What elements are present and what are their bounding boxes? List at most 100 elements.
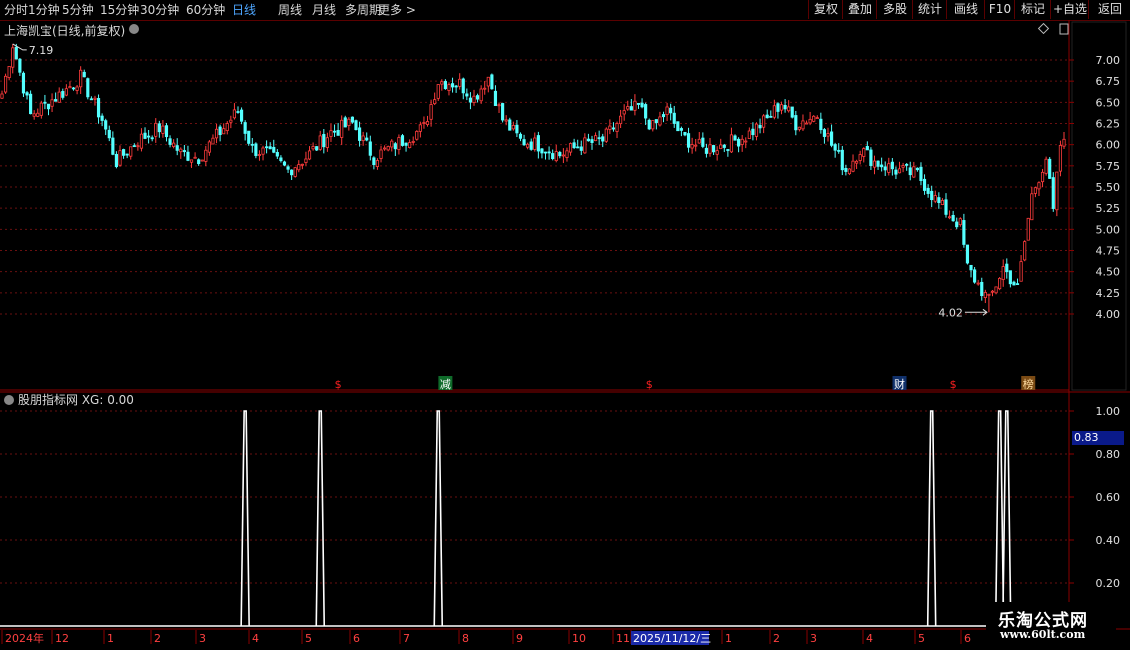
candle-body	[933, 195, 937, 202]
candle-body	[697, 138, 701, 144]
period-tab-1[interactable]: 1分钟	[28, 2, 60, 18]
candle-body	[1023, 241, 1027, 261]
price-tick-label: 5.50	[1096, 181, 1121, 194]
candle-body	[261, 147, 265, 155]
candle-body	[222, 128, 226, 135]
period-tab-8[interactable]: 月线	[312, 2, 336, 18]
candle-body	[79, 69, 83, 88]
candle-body	[740, 138, 744, 145]
candle-body	[762, 115, 766, 128]
x-axis-label: 2	[154, 632, 161, 645]
indicator-signal-spike	[315, 410, 326, 627]
candle-body	[844, 167, 848, 172]
x-axis-label: 7	[403, 632, 410, 645]
candle-body	[593, 135, 598, 142]
candle-body	[858, 154, 862, 161]
candle-body	[955, 221, 959, 228]
toolbar-button-6[interactable]: 标记	[1014, 0, 1051, 19]
period-tab-4[interactable]: 30分钟	[140, 2, 179, 18]
candle-body	[447, 84, 451, 91]
stock-chart: 上海凯宝(日线,前复权) 7.00 6.75 6.50 6.25 6.00 5.75 5.50…	[0, 20, 1130, 645]
chevron-down-icon[interactable]	[4, 395, 14, 405]
candle-body	[579, 146, 583, 151]
candle-body	[633, 100, 637, 111]
toolbar-button-4[interactable]: 画线	[946, 0, 985, 19]
period-tab-3[interactable]: 15分钟	[100, 2, 139, 18]
candle-body	[790, 106, 794, 118]
candle-body	[461, 78, 465, 94]
period-tab-2[interactable]: 5分钟	[62, 2, 94, 18]
candle-body	[186, 151, 190, 161]
candle-body	[454, 85, 458, 88]
period-tab-7[interactable]: 周线	[278, 2, 302, 18]
chevron-down-icon[interactable]	[129, 24, 139, 34]
candle-body	[1058, 145, 1063, 172]
candle-body	[658, 116, 662, 126]
period-tab-5[interactable]: 60分钟	[186, 2, 225, 18]
candle-body	[304, 158, 308, 163]
candle-body	[450, 83, 455, 88]
period-tab-6[interactable]: 日线	[232, 2, 256, 18]
candle-body	[143, 132, 147, 139]
toolbar-button-8[interactable]: 返回	[1088, 0, 1130, 19]
candle-body	[132, 145, 136, 148]
indicator-title: 股朋指标网 XG: 0.00	[18, 392, 134, 407]
candle-body	[751, 128, 755, 136]
candle-body	[193, 156, 197, 159]
candle-body	[804, 122, 809, 125]
price-tick-label: 6.25	[1096, 118, 1121, 131]
candle-body	[883, 166, 887, 171]
candle-body	[64, 88, 68, 96]
candle-body	[826, 133, 830, 137]
candle-body	[590, 139, 594, 143]
candle-body	[501, 103, 505, 121]
candle-body	[211, 137, 215, 145]
diamond-icon[interactable]	[1037, 22, 1050, 35]
candle-body	[89, 98, 93, 101]
candle-body	[976, 282, 980, 285]
candle-body	[368, 141, 372, 156]
toolbar-button-2[interactable]: 多股	[876, 0, 913, 19]
candle-body	[640, 102, 644, 108]
toolbar-button-1[interactable]: 叠加	[842, 0, 877, 19]
candle-body	[686, 133, 691, 148]
candle-body	[325, 137, 329, 148]
candle-body	[890, 161, 894, 170]
toolbar-button-7[interactable]: +自选	[1050, 0, 1089, 19]
candle-body	[197, 159, 201, 165]
candle-body	[96, 98, 101, 118]
candle-body	[236, 111, 240, 113]
candle-body	[425, 121, 430, 125]
toolbar-button-3[interactable]: 统计	[912, 0, 947, 19]
period-tab-10[interactable]: 更多 >	[378, 2, 416, 18]
candle-body	[769, 115, 773, 118]
candle-body	[980, 281, 984, 297]
candle-body	[189, 159, 194, 163]
event-marker-dollar: $	[950, 378, 957, 391]
candle-body	[919, 166, 923, 181]
x-axis-label: 1	[725, 632, 732, 645]
candle-body	[422, 122, 426, 124]
panel-maximize-icon[interactable]	[1059, 23, 1069, 35]
candle-body	[969, 264, 973, 271]
candle-body	[311, 146, 315, 150]
event-marker-jian: 减	[440, 378, 451, 391]
candle-body	[1044, 158, 1048, 174]
candle-body	[150, 137, 154, 140]
candle-body	[876, 160, 880, 167]
toolbar-button-0[interactable]: 复权	[808, 0, 843, 19]
toolbar-button-5[interactable]: F10	[984, 0, 1015, 19]
price-tick-label: 5.75	[1096, 160, 1121, 173]
candle-body	[776, 103, 780, 112]
x-axis-label: 2	[773, 632, 780, 645]
candle-body	[54, 99, 58, 102]
candle-body	[880, 164, 884, 168]
period-tab-0[interactable]: 分时	[4, 2, 28, 18]
x-axis-label: 2024年	[5, 631, 44, 645]
candle-body	[701, 137, 705, 147]
candle-body	[257, 154, 262, 156]
period-tab-9[interactable]: 多周期	[345, 2, 381, 18]
candle-body	[486, 76, 490, 87]
candle-body	[661, 114, 666, 118]
candle-body	[239, 109, 244, 122]
